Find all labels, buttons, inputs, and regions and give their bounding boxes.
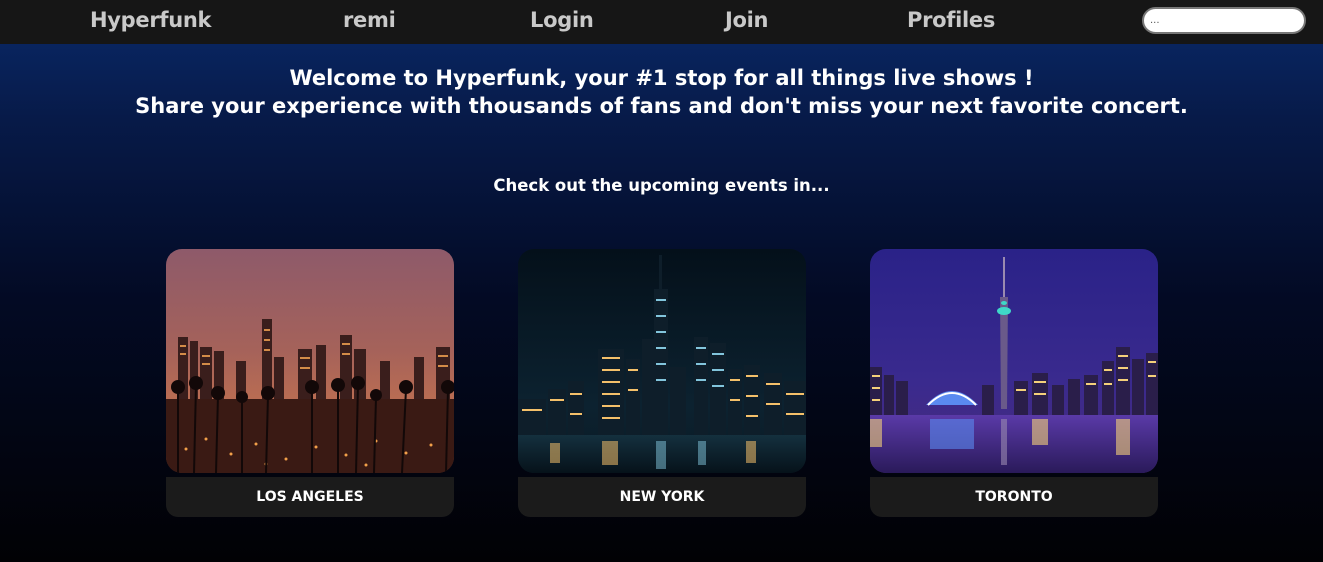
city-card-los-angeles[interactable]: LOS ANGELES	[166, 249, 454, 517]
city-name-new-york[interactable]: NEW YORK	[518, 477, 806, 517]
brand-link[interactable]: Hyperfunk	[90, 8, 212, 32]
city-name-toronto[interactable]: TORONTO	[870, 477, 1158, 517]
welcome-message: Welcome to Hyperfunk, your #1 stop for a…	[0, 64, 1323, 120]
welcome-line-1: Welcome to Hyperfunk, your #1 stop for a…	[289, 66, 1034, 90]
city-name-los-angeles[interactable]: LOS ANGELES	[166, 477, 454, 517]
upcoming-events-heading: Check out the upcoming events in...	[493, 176, 830, 195]
welcome-line-2: Share your experience with thousands of …	[135, 94, 1188, 118]
new-york-skyline-image[interactable]	[518, 249, 806, 473]
navbar: Hyperfunk remi Login Join Profiles	[0, 0, 1323, 44]
user-link[interactable]: remi	[343, 8, 396, 32]
city-card-toronto[interactable]: TORONTO	[870, 249, 1158, 517]
city-card-new-york[interactable]: NEW YORK	[518, 249, 806, 517]
los-angeles-skyline-image[interactable]	[166, 249, 454, 473]
toronto-skyline-image[interactable]	[870, 249, 1158, 473]
profiles-link[interactable]: Profiles	[907, 8, 995, 32]
login-link[interactable]: Login	[530, 8, 594, 32]
join-link[interactable]: Join	[725, 8, 769, 32]
search-input[interactable]	[1142, 7, 1306, 34]
